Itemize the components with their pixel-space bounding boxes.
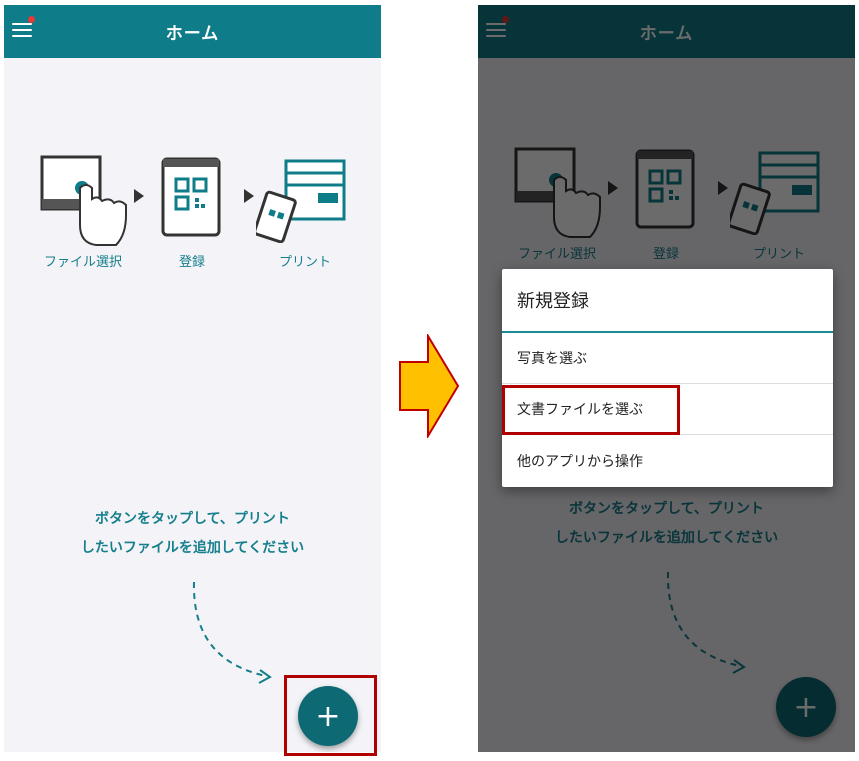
select-photo-option[interactable]: 写真を選ぶ xyxy=(502,333,833,384)
new-registration-dialog: 新規登録 写真を選ぶ 文書ファイルを選ぶ 他のアプリから操作 xyxy=(502,269,833,487)
stage: ホーム ファイル選択 登録 プリント ボタンをタップして、プリント したいファイ… xyxy=(0,0,859,761)
tablet-tap-icon xyxy=(40,155,127,246)
page-title: ホーム xyxy=(165,24,220,44)
dashed-arrow-icon xyxy=(192,581,272,684)
step-label-file-select: ファイル選択 xyxy=(43,255,122,270)
phone-screen-dialog: ホーム xyxy=(478,5,855,752)
step-arrow-icon xyxy=(244,189,254,203)
phone-screen-home: ホーム ファイル選択 登録 プリント ボタンをタップして、プリント したいファイ… xyxy=(4,5,381,752)
app-bar: ホーム xyxy=(4,5,381,58)
qr-phone-icon xyxy=(161,157,221,237)
transition-arrow-icon xyxy=(399,334,460,438)
steps-illustration: ファイル選択 登録 プリント xyxy=(4,155,381,275)
printer-icon xyxy=(256,159,346,243)
step-label-register: 登録 xyxy=(178,255,205,270)
hint-line-2: したいファイルを追加してください xyxy=(80,540,305,556)
notification-dot xyxy=(28,16,35,23)
step-label-print: プリント xyxy=(278,255,331,270)
other-app-option[interactable]: 他のアプリから操作 xyxy=(502,435,833,486)
menu-icon[interactable] xyxy=(12,21,32,37)
highlight-box-document xyxy=(502,385,680,435)
step-arrow-icon xyxy=(134,189,144,203)
highlight-box-fab xyxy=(284,675,377,756)
dialog-title: 新規登録 xyxy=(502,269,833,333)
hint-line-1: ボタンをタップして、プリント xyxy=(95,511,290,527)
hint-text: ボタンをタップして、プリント したいファイルを追加してください xyxy=(4,505,381,563)
